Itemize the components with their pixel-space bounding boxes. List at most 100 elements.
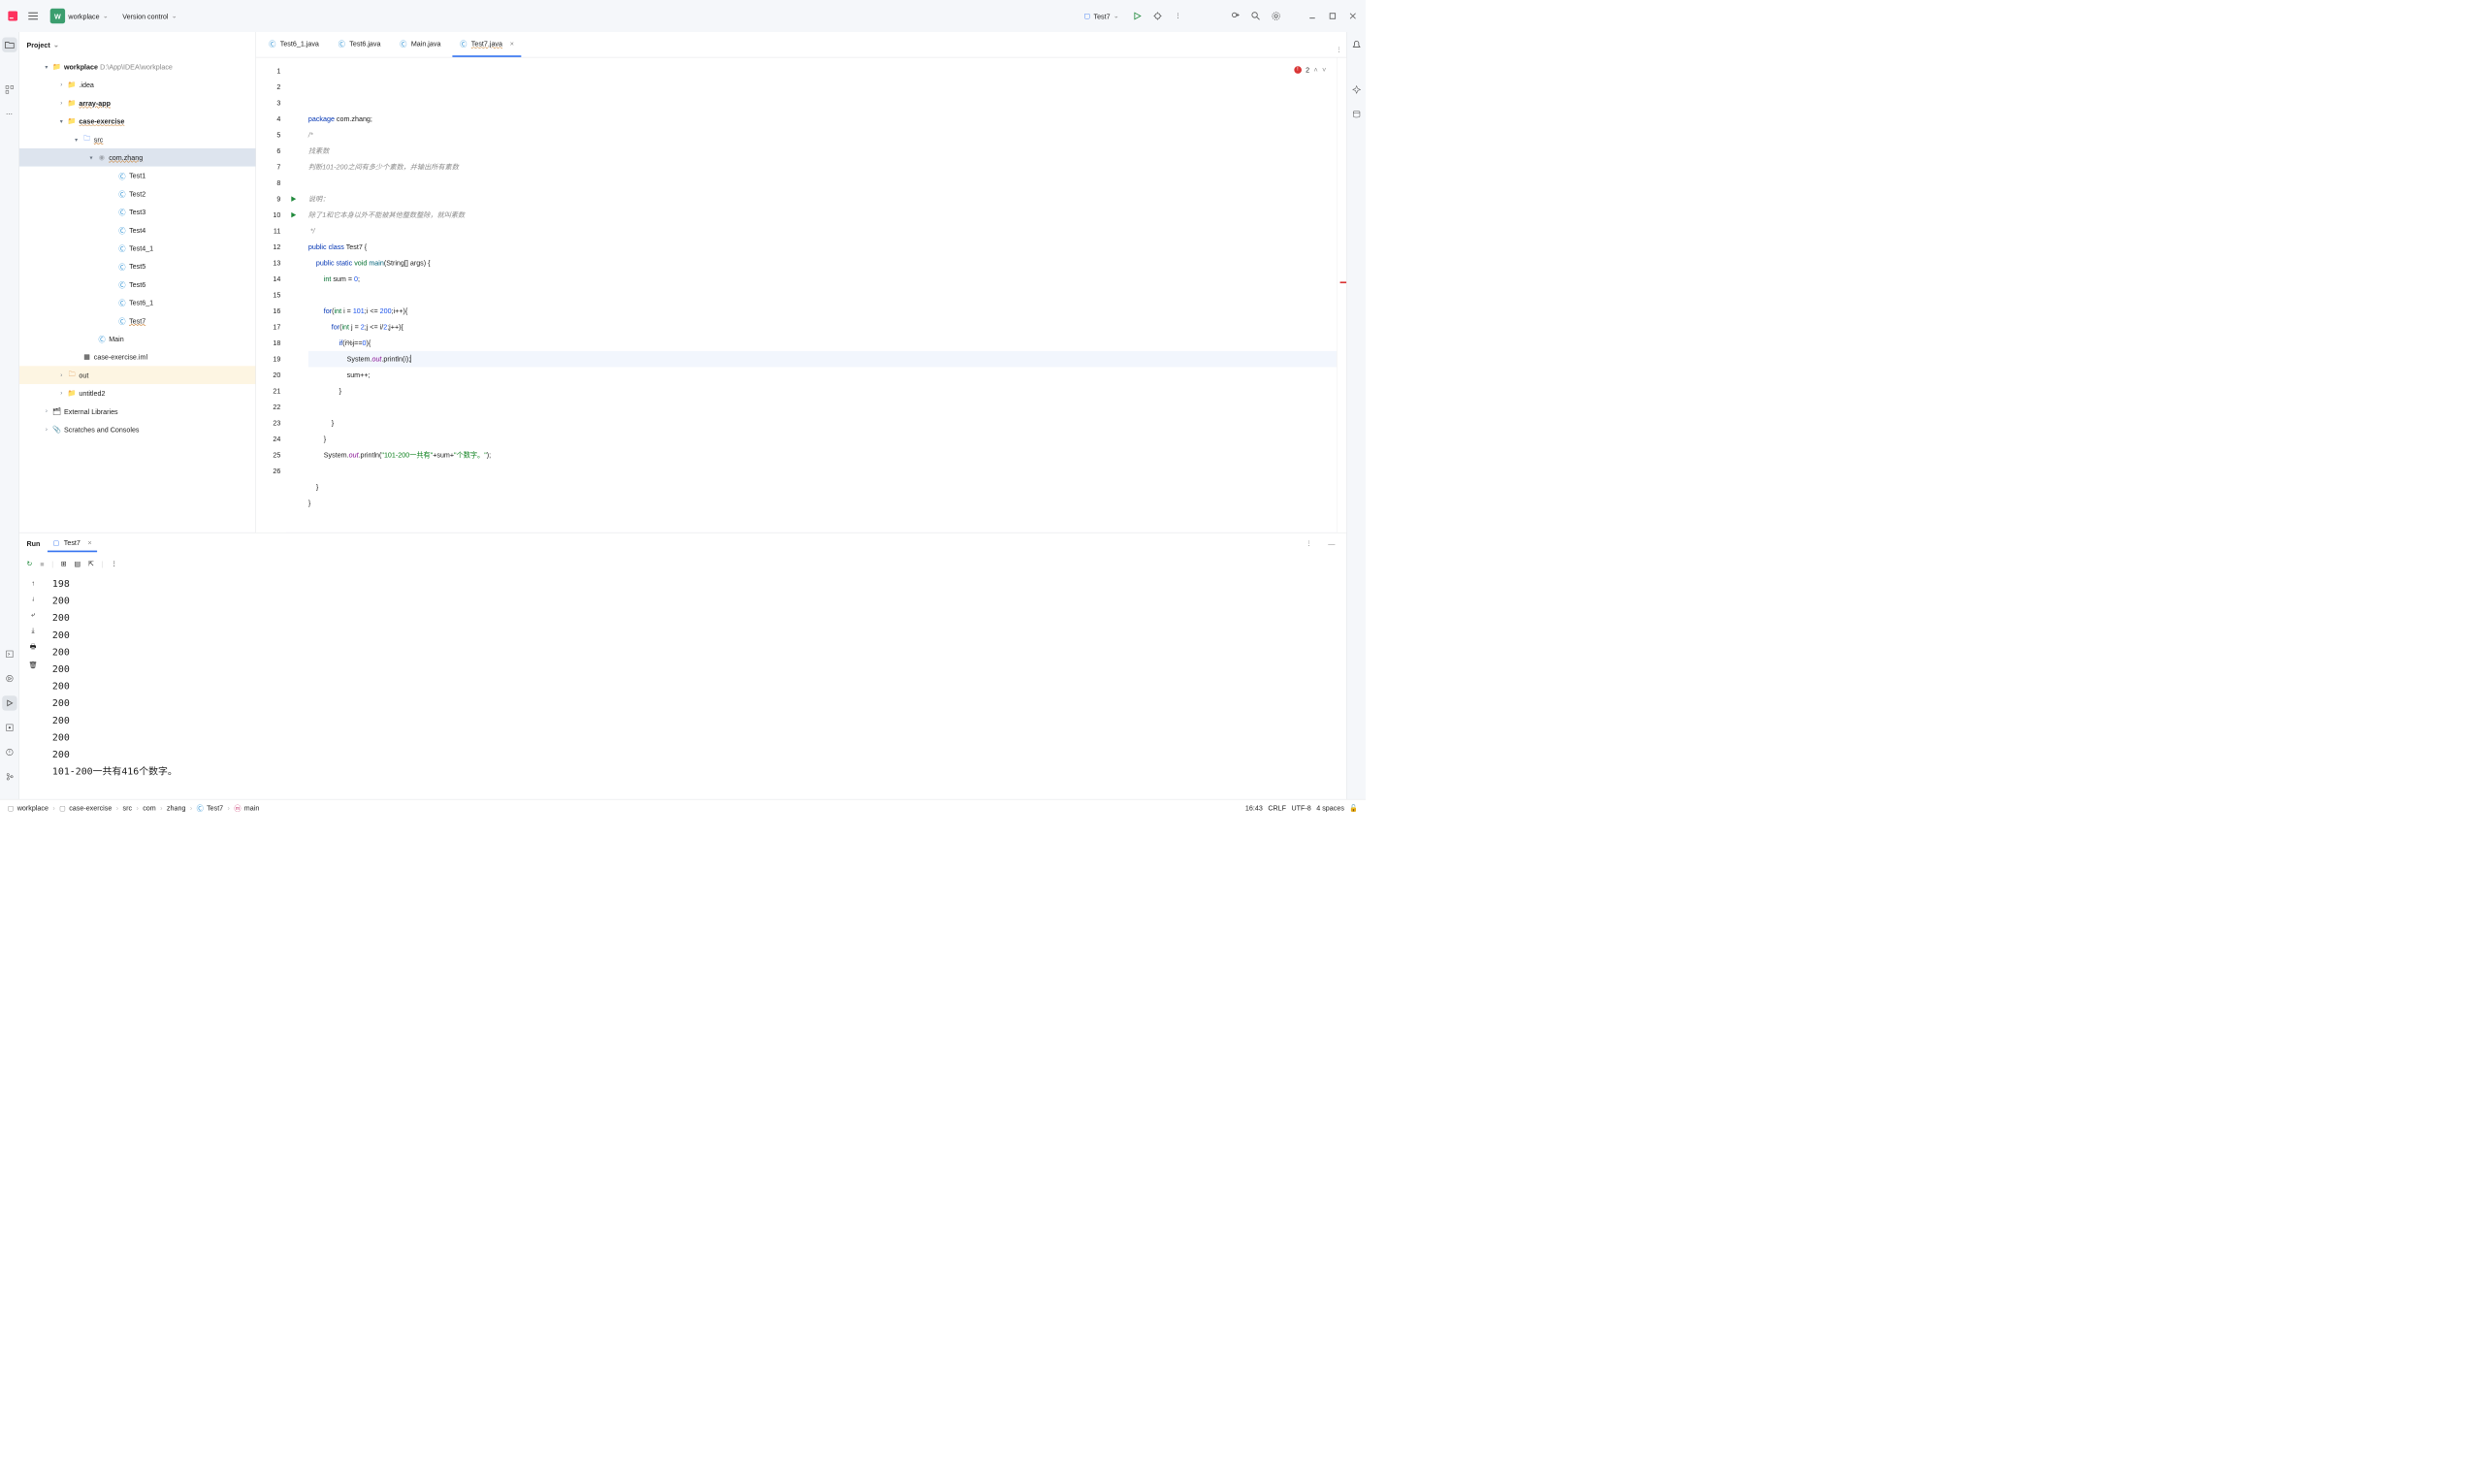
run-button[interactable] bbox=[1130, 9, 1145, 23]
run-config-selector[interactable]: ▢ Test7 ⌄ bbox=[1079, 10, 1124, 22]
editor-panel: ⒸTest6_1.javaⒸTest6.javaⒸMain.javaⒸTest7… bbox=[256, 32, 1346, 532]
folder-icon: ▢ bbox=[1083, 12, 1090, 20]
up-button[interactable]: ↑ bbox=[31, 579, 35, 587]
more-tool-button[interactable]: ⋯ bbox=[2, 107, 16, 121]
line-gutter[interactable]: 1234567891011121314151617181920212223242… bbox=[256, 57, 286, 532]
database-button[interactable] bbox=[1349, 107, 1364, 121]
debug-button[interactable] bbox=[1150, 9, 1165, 23]
run-output[interactable]: 198 200 200 200 200 200 200 200 200 200 … bbox=[47, 573, 1346, 799]
tree-node[interactable]: Ⓒ Main bbox=[19, 330, 256, 348]
main-menu-button[interactable] bbox=[25, 9, 40, 23]
vcs-label: Version control bbox=[122, 12, 168, 19]
tree-node[interactable]: Ⓒ Test4 bbox=[19, 221, 256, 240]
tree-node[interactable]: Ⓒ Test5 bbox=[19, 257, 256, 275]
tree-node[interactable]: ▦ case-exercise.iml bbox=[19, 348, 256, 367]
code-with-me-button[interactable] bbox=[1228, 9, 1242, 23]
layout-button[interactable]: ⊞ bbox=[61, 560, 67, 568]
editor-tab[interactable]: ⒸMain.java bbox=[393, 31, 449, 56]
chevron-down-icon: ⌄ bbox=[1113, 12, 1119, 20]
project-tree[interactable]: ▾📁 workplace D:\App\IDEA\workplace›📁 .id… bbox=[19, 57, 256, 532]
maximize-button[interactable] bbox=[1325, 9, 1339, 23]
close-icon[interactable]: × bbox=[88, 539, 92, 547]
tab-more-button[interactable]: ⋮ bbox=[1332, 42, 1346, 56]
tree-node[interactable]: ▾🗀 src bbox=[19, 130, 256, 148]
tree-node[interactable]: ▾◉ com.zhang bbox=[19, 148, 256, 167]
chevron-up-icon: ˄ bbox=[1314, 62, 1318, 79]
tree-node[interactable]: Ⓒ Test2 bbox=[19, 184, 256, 203]
run-panel-hide[interactable]: — bbox=[1324, 536, 1338, 551]
problems-tool-button[interactable] bbox=[2, 745, 16, 759]
inspection-badge[interactable]: ! 2 ˄ ˅ bbox=[1294, 62, 1326, 79]
tree-node[interactable]: ›📁 untitled2 bbox=[19, 384, 256, 403]
tree-node[interactable]: ›📎 Scratches and Consoles bbox=[19, 420, 256, 438]
project-selector[interactable]: W workplace ⌄ bbox=[46, 7, 113, 26]
error-stripe[interactable] bbox=[1337, 57, 1346, 532]
tree-node[interactable]: ›🗂 External Libraries bbox=[19, 403, 256, 421]
tree-node[interactable]: Ⓒ Test3 bbox=[19, 203, 256, 221]
file-encoding[interactable]: UTF-8 bbox=[1292, 804, 1311, 812]
vcs-tool-button[interactable] bbox=[2, 769, 16, 784]
tree-node[interactable]: ›🗀 out bbox=[19, 366, 256, 384]
structure-tool-button[interactable] bbox=[2, 82, 16, 97]
line-separator[interactable]: CRLF bbox=[1268, 804, 1286, 812]
editor-tab[interactable]: ⒸTest7.java× bbox=[453, 31, 522, 56]
run-toolbar: ↻ ■ | ⊞ ▤ ⇱ | ⋮ bbox=[19, 554, 1346, 573]
settings-button[interactable] bbox=[1269, 9, 1283, 23]
tree-node[interactable]: Ⓒ Test6 bbox=[19, 275, 256, 294]
down-button[interactable]: ↓ bbox=[31, 595, 35, 602]
code-body[interactable]: ! 2 ˄ ˅ package com.zhang;/*找素数判断101-200… bbox=[301, 57, 1337, 532]
tree-node[interactable]: Ⓒ Test4_1 bbox=[19, 239, 256, 257]
error-mark[interactable] bbox=[1340, 281, 1347, 283]
rerun-button[interactable]: ↻ bbox=[27, 560, 33, 568]
build-tool-button[interactable] bbox=[2, 721, 16, 735]
print-button[interactable]: 🖶 bbox=[30, 642, 37, 654]
tree-node[interactable]: ›📁 array-app bbox=[19, 94, 256, 113]
editor-tabs: ⒸTest6_1.javaⒸTest6.javaⒸMain.javaⒸTest7… bbox=[256, 32, 1346, 57]
soft-wrap-button[interactable]: ⤶ bbox=[31, 610, 35, 619]
terminal-left-button[interactable] bbox=[2, 647, 16, 661]
run-panel-more[interactable]: ⋮ bbox=[1302, 536, 1316, 551]
indent-info[interactable]: 4 spaces bbox=[1316, 804, 1344, 812]
gutter-run-icon[interactable] bbox=[286, 207, 301, 223]
chevron-down-icon: ⌄ bbox=[172, 12, 177, 20]
breadcrumbs[interactable]: ▢ workplace›▢ case-exercise›src›com›zhan… bbox=[8, 803, 260, 813]
search-button[interactable] bbox=[1248, 9, 1263, 23]
project-tool-button[interactable] bbox=[2, 38, 16, 52]
export-button[interactable]: ⇱ bbox=[88, 560, 94, 568]
clear-button[interactable]: 🗑 bbox=[29, 661, 38, 669]
project-header[interactable]: Project ⌄ bbox=[19, 32, 256, 57]
chevron-down-icon: ⌄ bbox=[53, 41, 59, 49]
services-left-button[interactable] bbox=[2, 671, 16, 686]
run-tool-button[interactable] bbox=[2, 695, 16, 710]
tree-node[interactable]: Ⓒ Test6_1 bbox=[19, 294, 256, 312]
gutter-run-icon[interactable] bbox=[286, 191, 301, 208]
toolbar-more[interactable]: ⋮ bbox=[111, 560, 117, 568]
tree-node[interactable]: Ⓒ Test7 bbox=[19, 311, 256, 330]
editor-tab[interactable]: ⒸTest6.java bbox=[331, 31, 388, 56]
run-config-name: Test7 bbox=[1094, 12, 1111, 19]
project-header-label: Project bbox=[27, 41, 50, 48]
ai-button[interactable] bbox=[1349, 82, 1364, 97]
project-name: workplace bbox=[68, 12, 99, 19]
project-badge: W bbox=[50, 9, 65, 23]
filter-button[interactable]: ▤ bbox=[74, 560, 81, 568]
run-tab[interactable]: ▢ Test7 × bbox=[48, 535, 97, 552]
code-area[interactable]: 1234567891011121314151617181920212223242… bbox=[256, 57, 1346, 532]
tree-node[interactable]: Ⓒ Test1 bbox=[19, 167, 256, 185]
notifications-button[interactable] bbox=[1349, 38, 1364, 52]
more-button[interactable]: ⋮ bbox=[1171, 9, 1185, 23]
tree-node[interactable]: ▾📁 workplace D:\App\IDEA\workplace bbox=[19, 57, 256, 76]
close-button[interactable] bbox=[1345, 9, 1360, 23]
editor-tab[interactable]: ⒸTest6_1.java bbox=[262, 31, 327, 56]
scroll-end-button[interactable]: ⤓ bbox=[32, 626, 35, 634]
caret-position[interactable]: 16:43 bbox=[1245, 804, 1263, 812]
close-icon[interactable]: × bbox=[510, 40, 514, 48]
run-panel: Run ▢ Test7 × ⋮ — ↻ ■ | ⊞ ▤ ⇱ bbox=[19, 532, 1346, 799]
stop-button[interactable]: ■ bbox=[40, 560, 44, 567]
run-gutter[interactable] bbox=[286, 57, 301, 532]
minimize-button[interactable] bbox=[1305, 9, 1319, 23]
readonly-icon[interactable]: 🔓 bbox=[1349, 804, 1358, 813]
vcs-selector[interactable]: Version control ⌄ bbox=[118, 10, 181, 22]
tree-node[interactable]: ›📁 .idea bbox=[19, 76, 256, 94]
tree-node[interactable]: ▾📁 case-exercise bbox=[19, 113, 256, 131]
